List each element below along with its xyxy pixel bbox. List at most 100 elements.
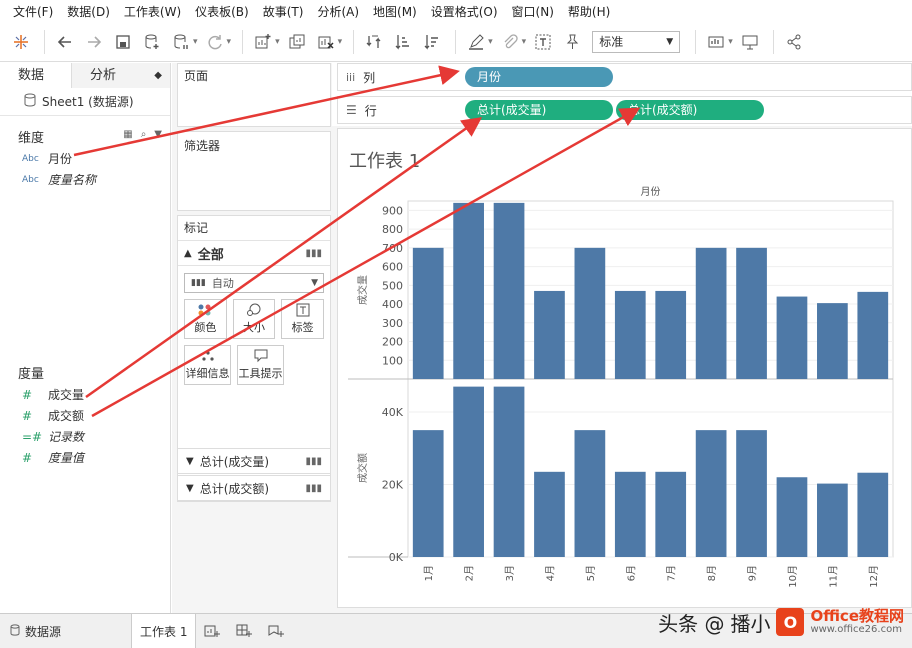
measure-type-icon: # bbox=[22, 408, 33, 423]
chevron-down-icon[interactable]: ▾ bbox=[522, 37, 527, 47]
tab-data[interactable]: 数据 bbox=[0, 63, 72, 88]
chevron-down-icon[interactable]: ▾ bbox=[193, 37, 198, 47]
mark-type-dropdown[interactable]: ▮▮▮ 自动 ▼ bbox=[184, 273, 324, 293]
tooltip-button[interactable]: 工具提示 bbox=[237, 345, 284, 385]
highlight-pen-icon[interactable] bbox=[463, 29, 489, 55]
bottom-ytick-label: 20K bbox=[382, 479, 404, 492]
menu-item-7[interactable]: 设置格式(O) bbox=[424, 3, 505, 20]
refresh-icon[interactable] bbox=[202, 29, 228, 55]
rows-shelf[interactable]: ☰ 行 总计(成交量) 总计(成交额) bbox=[337, 96, 912, 124]
marks-volume-label: 总计(成交量) bbox=[199, 454, 270, 469]
menu-item-1[interactable]: 数据(D) bbox=[60, 3, 117, 20]
chevron-up-icon: ▲ bbox=[184, 247, 192, 259]
presentation-mode-icon[interactable] bbox=[737, 29, 763, 55]
menu-item-3[interactable]: 仪表板(B) bbox=[188, 3, 256, 20]
menu-item-8[interactable]: 窗口(N) bbox=[505, 3, 561, 20]
toolbar-separator bbox=[242, 29, 244, 54]
bar-chart-icon: ▮▮▮ bbox=[305, 247, 322, 259]
toolbar-separator bbox=[455, 29, 457, 54]
columns-pill-month[interactable]: 月份 bbox=[465, 67, 613, 87]
filters-card[interactable]: 筛选器 bbox=[177, 131, 331, 211]
sort-ascending-icon[interactable] bbox=[390, 29, 416, 55]
show-mark-labels-icon[interactable] bbox=[530, 29, 556, 55]
columns-icon: iii bbox=[346, 70, 356, 84]
menu-item-0[interactable]: 文件(F) bbox=[6, 3, 60, 20]
view-toggle-icon[interactable]: ▦ bbox=[123, 129, 132, 140]
color-button[interactable]: 颜色 bbox=[184, 299, 227, 339]
tab-sheet-1[interactable]: 工作表 1 bbox=[131, 613, 197, 648]
group-paperclip-icon[interactable] bbox=[497, 29, 523, 55]
x-tick-label: 6月 bbox=[625, 565, 637, 581]
measure-field[interactable]: =# 记录数 bbox=[0, 426, 171, 447]
sort-descending-icon[interactable] bbox=[419, 29, 445, 55]
tab-datasource[interactable]: 数据源 bbox=[0, 614, 69, 648]
share-icon[interactable] bbox=[781, 29, 807, 55]
chevron-down-icon[interactable]: ▾ bbox=[728, 37, 733, 47]
menu-item-4[interactable]: 故事(T) bbox=[256, 3, 311, 20]
chevron-down-icon[interactable]: ▾ bbox=[227, 37, 232, 47]
new-worksheet-icon[interactable] bbox=[250, 29, 276, 55]
swap-rows-columns-icon[interactable] bbox=[361, 29, 387, 55]
dimension-field[interactable]: Abc 度量名称 bbox=[0, 169, 170, 190]
menu-item-6[interactable]: 地图(M) bbox=[366, 3, 424, 20]
columns-shelf[interactable]: iii 列 月份 bbox=[337, 63, 912, 91]
database-icon bbox=[24, 93, 36, 110]
label-button[interactable]: 标签 bbox=[281, 299, 325, 339]
detail-button[interactable]: 详细信息 bbox=[184, 345, 231, 385]
menu-item-2[interactable]: 工作表(W) bbox=[117, 3, 188, 20]
chevron-down-icon[interactable]: ▾ bbox=[488, 37, 493, 47]
chevron-down-icon: ▼ bbox=[186, 455, 194, 467]
watermark-brand: Office教程网 bbox=[810, 607, 904, 625]
size-button[interactable]: 大小 bbox=[232, 299, 276, 339]
tableau-logo-icon[interactable] bbox=[8, 29, 34, 55]
back-arrow-icon[interactable] bbox=[52, 29, 78, 55]
menu-item-5[interactable]: 分析(A) bbox=[310, 3, 366, 20]
marks-all-header[interactable]: ▲ 全部 ▮▮▮ bbox=[178, 240, 330, 266]
measure-field[interactable]: # 成交量 bbox=[0, 384, 171, 405]
measure-field[interactable]: # 度量值 bbox=[0, 447, 171, 468]
bar-chart-icon: ▮▮▮ bbox=[191, 278, 206, 288]
bar-volume bbox=[655, 290, 687, 379]
datasource-item[interactable]: Sheet1 (数据源) bbox=[0, 88, 170, 116]
search-icon[interactable]: ⌕ bbox=[141, 129, 147, 140]
show-cards-icon[interactable] bbox=[703, 29, 729, 55]
measure-field[interactable]: # 成交额 bbox=[0, 405, 171, 426]
string-type-icon: Abc bbox=[22, 174, 39, 185]
new-datasource-icon[interactable] bbox=[139, 29, 165, 55]
new-story-tab-icon[interactable] bbox=[260, 614, 292, 648]
new-worksheet-tab-icon[interactable] bbox=[196, 614, 228, 648]
new-dashboard-tab-icon[interactable] bbox=[228, 614, 260, 648]
chevron-down-icon[interactable]: ▼ bbox=[154, 129, 162, 140]
measure-type-icon: =# bbox=[22, 429, 43, 444]
bar-chart-icon: ▮▮▮ bbox=[305, 455, 322, 467]
fit-dropdown[interactable]: 标准 ▼ bbox=[592, 30, 681, 53]
chevron-down-icon[interactable]: ▾ bbox=[275, 37, 280, 47]
forward-arrow-icon[interactable] bbox=[81, 29, 107, 55]
clear-sheet-icon[interactable] bbox=[313, 29, 339, 55]
bar-volume bbox=[776, 296, 808, 379]
bar-amount bbox=[736, 430, 767, 557]
toolbar-separator bbox=[772, 29, 774, 54]
watermark-brand-block: Office教程网 www.office26.com bbox=[810, 607, 904, 636]
marks-amount-row[interactable]: ▼ 总计(成交额) ▮▮▮ bbox=[177, 475, 331, 501]
x-tick-label: 7月 bbox=[666, 565, 678, 581]
bar-amount bbox=[857, 472, 889, 557]
rows-pill-volume[interactable]: 总计(成交量) bbox=[465, 100, 613, 120]
rows-pill-amount[interactable]: 总计(成交额) bbox=[616, 100, 764, 120]
measure-type-icon: # bbox=[22, 387, 33, 402]
pages-card[interactable]: 页面 bbox=[177, 63, 331, 127]
menu-item-9[interactable]: 帮助(H) bbox=[561, 3, 617, 20]
bar-amount bbox=[574, 430, 606, 557]
columns-shelf-label: 列 bbox=[363, 70, 376, 85]
marks-volume-row[interactable]: ▼ 总计(成交量) ▮▮▮ bbox=[177, 448, 331, 474]
chevron-up-down-icon[interactable]: ◆ bbox=[154, 63, 162, 88]
save-icon[interactable] bbox=[110, 29, 136, 55]
x-tick-label: 10月 bbox=[787, 565, 799, 588]
tab-analysis[interactable]: 分析 ◆ bbox=[72, 63, 170, 88]
chevron-down-icon[interactable]: ▾ bbox=[338, 37, 343, 47]
pause-datasource-icon[interactable] bbox=[168, 29, 194, 55]
duplicate-sheet-icon[interactable] bbox=[284, 29, 310, 55]
top-ytick-label: 700 bbox=[382, 242, 403, 255]
dimension-field[interactable]: Abc 月份 bbox=[0, 148, 170, 169]
pin-icon[interactable] bbox=[559, 29, 585, 55]
